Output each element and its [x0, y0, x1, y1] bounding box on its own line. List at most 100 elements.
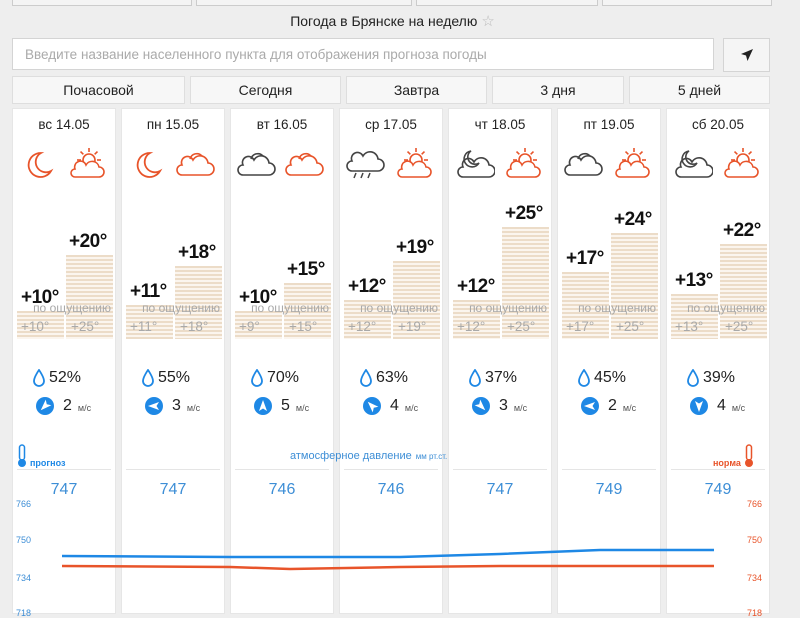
water-drop-icon: [469, 369, 481, 387]
day-date: сб 20.05: [691, 117, 745, 132]
humidity-value: 37%: [485, 369, 518, 386]
day-date: чт 18.05: [474, 117, 526, 132]
tab-3-days[interactable]: 3 дня: [492, 76, 624, 104]
moon-icon: [19, 147, 59, 181]
water-drop-icon: [251, 369, 263, 387]
pressure-title: атмосферное давление мм рт.ст.: [290, 450, 447, 462]
wind: 5 м/с: [253, 396, 309, 416]
wind-unit: м/с: [295, 403, 310, 413]
night-temp: +12°: [457, 275, 495, 297]
y-tick-left: 750: [16, 535, 32, 545]
day-column[interactable]: ср 17.05 +12° +19° по ощущению +12° +19°…: [339, 108, 443, 614]
day-temp: +20°: [69, 231, 107, 252]
wind-unit: м/с: [622, 403, 637, 413]
feels-like-night: +13°: [675, 319, 704, 334]
wind-unit: м/с: [731, 403, 746, 413]
day-date: вт 16.05: [256, 117, 308, 132]
divider: [344, 469, 438, 470]
pressure-value: 747: [50, 481, 78, 498]
feels-like-label: по ощущению: [469, 301, 547, 315]
cloud-icon: [564, 147, 604, 181]
pressure-value: 746: [268, 481, 296, 498]
humidity-value: 63%: [376, 369, 409, 386]
forecast-legend: прогноз: [16, 444, 65, 468]
feels-like-day: +25°: [71, 319, 100, 334]
search-input[interactable]: [12, 38, 714, 70]
moon-cloud-icon: [455, 147, 496, 181]
wind-unit: м/с: [186, 403, 201, 413]
day-column[interactable]: чт 18.05 +12° +25° по ощущению +12° +25°…: [448, 108, 552, 614]
humidity-value: 39%: [703, 369, 736, 386]
top-tabs-strip: [12, 0, 772, 6]
pressure-value: 749: [595, 481, 623, 498]
wind: 3 м/с: [144, 396, 200, 416]
humidity-value: 52%: [49, 369, 82, 386]
feels-like-night: +17°: [566, 319, 595, 334]
pressure-value: 746: [377, 481, 405, 498]
thermometer-icon: [744, 444, 753, 467]
cloud-icon: [285, 147, 325, 181]
wind-unit: м/с: [404, 403, 419, 413]
night-temp: +12°: [348, 275, 386, 297]
wind: 2 м/с: [35, 396, 91, 416]
day-column[interactable]: пн 15.05 +11° +18° по ощущению +11° +18°…: [121, 108, 225, 614]
feels-like-day: +25°: [725, 319, 754, 334]
norm-legend: норма: [713, 444, 755, 468]
wind-direction-icon: [363, 397, 381, 415]
y-tick-left: 734: [16, 573, 32, 583]
location-arrow-icon: [740, 49, 753, 61]
wind-direction-icon: [472, 397, 490, 415]
wind-speed: 3: [499, 397, 508, 414]
day-column[interactable]: пт 19.05 +17° +24° по ощущению +17° +25°…: [557, 108, 661, 614]
day-date: пн 15.05: [146, 117, 200, 132]
feels-like-day: +25°: [616, 319, 645, 334]
location-button[interactable]: [723, 38, 770, 72]
wind-unit: м/с: [513, 403, 528, 413]
sun-cloud-icon: [721, 147, 761, 181]
wind-speed: 4: [390, 397, 399, 414]
feels-like-label: по ощущению: [360, 301, 438, 315]
humidity: 45%: [578, 369, 626, 387]
tab-today[interactable]: Сегодня: [190, 76, 341, 104]
night-temp: +13°: [675, 270, 713, 292]
feels-like-night: +10°: [21, 319, 50, 334]
feels-like-label: по ощущению: [578, 301, 656, 315]
pressure-value: 747: [159, 481, 187, 498]
star-icon[interactable]: ☆: [481, 13, 494, 30]
humidity-value: 70%: [267, 369, 300, 386]
feels-like-label: по ощущению: [142, 301, 220, 315]
pressure-value: 749: [704, 481, 732, 498]
page-title: Погода в Брянске на неделю ☆: [0, 12, 785, 30]
y-tick-right: 750: [747, 535, 763, 545]
sun-cloud-icon: [612, 147, 652, 181]
night-temp: +17°: [566, 247, 604, 269]
day-column[interactable]: вт 16.05 +10° +15° по ощущению +9° +15° …: [230, 108, 334, 614]
divider: [17, 469, 111, 470]
day-temp: +24°: [614, 208, 652, 230]
day-temp: +19°: [396, 236, 434, 258]
forecast-grid: вс 14.05 +10° +20° по ощущению +10° +25°…: [12, 108, 770, 614]
day-date: вс 14.05: [38, 117, 90, 132]
moon-icon: [128, 147, 168, 181]
wind-direction-icon: [581, 397, 599, 415]
tab-tomorrow[interactable]: Завтра: [346, 76, 487, 104]
norm-label: норма: [713, 458, 741, 468]
pressure-title-text: атмосферное давление: [290, 450, 412, 462]
divider: [562, 469, 656, 470]
moon-cloud-icon: [673, 147, 714, 181]
wind-direction-icon: [690, 397, 708, 415]
humidity: 55%: [142, 369, 190, 387]
wind: 4 м/с: [689, 396, 745, 416]
period-tabs: Почасовой Сегодня Завтра 3 дня 5 дней: [12, 76, 770, 104]
day-date: ср 17.05: [365, 117, 417, 132]
feels-like-night: +11°: [130, 319, 158, 334]
water-drop-icon: [142, 369, 154, 387]
sun-cloud-icon: [67, 147, 107, 181]
wind-speed: 3: [172, 397, 181, 414]
feels-like-label: по ощущению: [33, 301, 111, 315]
tab-5-days[interactable]: 5 дней: [629, 76, 770, 104]
y-tick-left: 718: [16, 608, 32, 618]
feels-like-night: +12°: [457, 319, 486, 334]
tab-hourly[interactable]: Почасовой: [12, 76, 185, 104]
day-temp: +18°: [178, 242, 216, 264]
